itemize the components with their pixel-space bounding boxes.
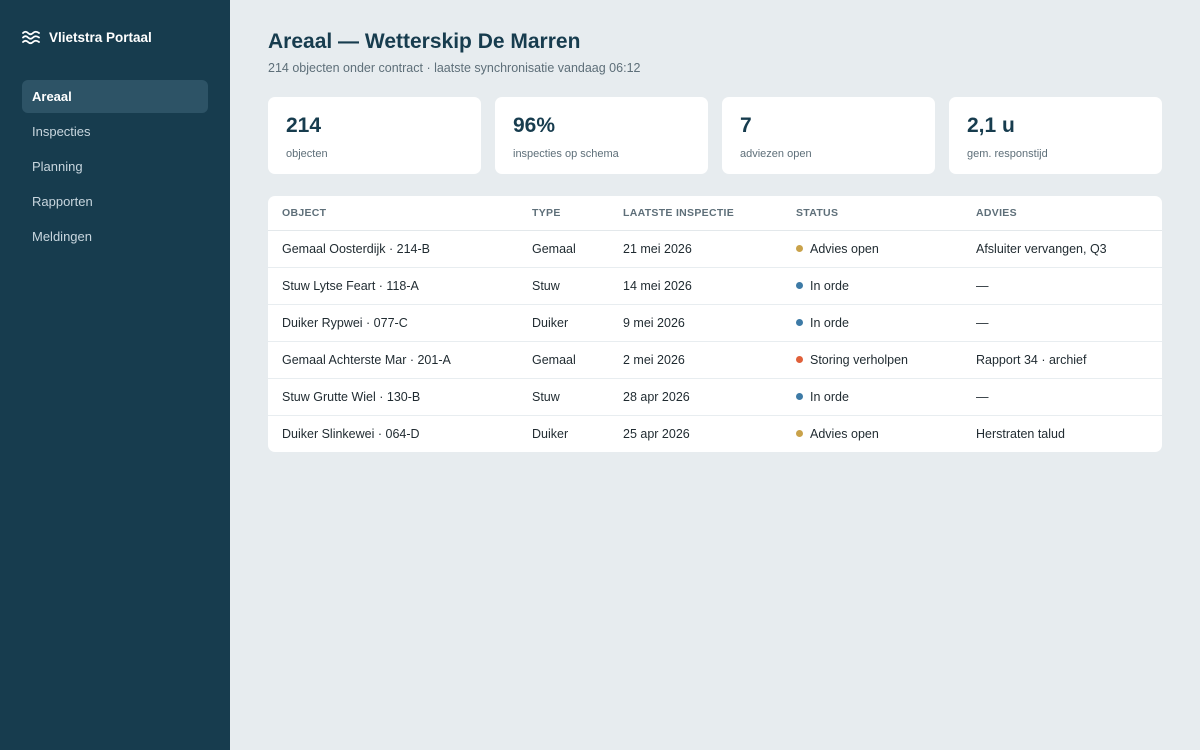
column-header-type[interactable]: TYPE	[518, 196, 609, 231]
objects-table-card: OBJECT TYPE LAATSTE INSPECTIE STATUS ADV…	[268, 196, 1162, 452]
cell-last-inspection: 21 mei 2026	[609, 230, 782, 268]
cell-status: In orde	[782, 304, 962, 342]
table-row[interactable]: Stuw Lytse Feart · 118-A Stuw 14 mei 2026 I…	[268, 267, 1162, 305]
cell-last-inspection: 2 mei 2026	[609, 341, 782, 379]
cell-status: Storing verholpen	[782, 341, 962, 379]
table-row[interactable]: Gemaal Oosterdijk · 214-B Gemaal 21 mei 20…	[268, 230, 1162, 268]
cell-object: Duiker Rypwei · 077-C	[268, 304, 518, 342]
status-label: In orde	[810, 389, 849, 404]
stat-value: 96%	[513, 114, 556, 137]
table-header-row: OBJECT TYPE LAATSTE INSPECTIE STATUS ADV…	[268, 196, 1162, 231]
stat-label: adviezen open	[740, 148, 812, 160]
sidebar-item-planning[interactable]: Planning	[22, 150, 208, 183]
stats-row: 214 objecten 96% inspecties op schema 7 …	[268, 97, 1162, 174]
sidebar-item-meldingen[interactable]: Meldingen	[22, 220, 208, 253]
cell-object: Stuw Lytse Feart · 118-A	[268, 267, 518, 305]
status-label: In orde	[810, 278, 849, 293]
status-dot	[796, 356, 803, 363]
column-header-status[interactable]: STATUS	[782, 196, 962, 231]
cell-type: Stuw	[518, 267, 609, 305]
stat-card-adviezen: 7 adviezen open	[722, 97, 935, 174]
column-header-last-inspection[interactable]: LAATSTE INSPECTIE	[609, 196, 782, 231]
sidebar-item-areaal[interactable]: Areaal	[22, 80, 208, 113]
status-label: In orde	[810, 315, 849, 330]
stat-value: 214	[286, 114, 322, 137]
sidebar-item-inspecties[interactable]: Inspecties	[22, 115, 208, 148]
table-row[interactable]: Stuw Grutte Wiel · 130-B Stuw 28 apr 2026 I…	[268, 378, 1162, 416]
cell-type: Duiker	[532, 426, 569, 441]
sidebar-item-label: Areaal	[32, 89, 72, 104]
table-row[interactable]: Gemaal Achterste Mar · 201-A Gemaal 2 mei …	[268, 341, 1162, 379]
cell-last-inspection: 28 apr 2026	[609, 378, 782, 416]
column-header-object[interactable]: OBJECT	[268, 196, 518, 231]
cell-type: Gemaal	[518, 230, 609, 268]
status-dot	[796, 245, 803, 252]
cell-last-inspection: 9 mei 2026	[609, 304, 782, 342]
cell-advice: Afsluiter vervangen, Q3	[962, 230, 1162, 268]
column-header-advice[interactable]: ADVIES	[962, 196, 1162, 231]
status-dot	[796, 430, 803, 438]
sidebar-nav: Areaal Inspecties Planning Rapporten Mel…	[22, 80, 208, 255]
table-row[interactable]: Duiker Slinkewei · 064-D Duiker 25 apr 202…	[268, 415, 1162, 452]
page-subtitle: 214 objecten onder contract · laatste sy…	[268, 61, 641, 75]
status-dot	[796, 319, 803, 326]
cell-advice: —	[962, 267, 1162, 305]
waves-icon	[22, 29, 40, 45]
stat-value: 2,1 u	[967, 114, 1015, 137]
stat-card-inspecties: 96% inspecties op schema	[495, 97, 708, 174]
stat-label: objecten	[286, 148, 328, 160]
cell-type: Gemaal	[518, 341, 609, 379]
sidebar-item-label: Planning	[32, 159, 83, 174]
table-row[interactable]: Duiker Rypwei · 077-C Duiker 9 mei 2026 In …	[268, 304, 1162, 342]
cell-object: Gemaal Oosterdijk · 214-B	[268, 230, 518, 268]
cell-status: In orde	[782, 267, 962, 305]
stat-label: gem. responstijd	[967, 148, 1048, 160]
stat-card-responstijd: 2,1 u gem. responstijd	[949, 97, 1162, 174]
cell-advice: —	[962, 304, 1162, 342]
cell-last-inspection: 25 apr 2026	[623, 426, 690, 441]
status-label: Storing verholpen	[810, 352, 908, 367]
stat-value: 7	[740, 114, 752, 137]
cell-type: Duiker	[518, 304, 609, 342]
cell-status: In orde	[782, 378, 962, 416]
cell-status: Advies open	[782, 230, 962, 268]
cell-advice: Herstraten talud	[976, 426, 1065, 441]
sidebar-item-label: Inspecties	[32, 124, 91, 139]
cell-object: Duiker Slinkewei · 064-D	[282, 426, 420, 441]
sidebar-item-label: Meldingen	[32, 229, 92, 244]
cell-advice: Rapport 34 · archief	[962, 341, 1162, 379]
status-label: Advies open	[810, 426, 879, 441]
cell-type: Stuw	[518, 378, 609, 416]
cell-last-inspection: 14 mei 2026	[609, 267, 782, 305]
sidebar: Vlietstra Portaal Areaal Inspecties Plan…	[0, 0, 230, 750]
cell-object: Gemaal Achterste Mar · 201-A	[268, 341, 518, 379]
sidebar-item-rapporten[interactable]: Rapporten	[22, 185, 208, 218]
page-title: Areaal — Wetterskip De Marren	[268, 30, 581, 53]
stat-label: inspecties op schema	[513, 148, 619, 160]
stat-card-objecten: 214 objecten	[268, 97, 481, 174]
status-dot	[796, 282, 803, 289]
status-label: Advies open	[810, 241, 879, 256]
cell-advice: —	[962, 378, 1162, 416]
sidebar-item-label: Rapporten	[32, 194, 93, 209]
status-dot	[796, 393, 803, 400]
app-name: Vlietstra Portaal	[49, 29, 152, 45]
cell-status: Advies open	[782, 415, 962, 452]
brand[interactable]: Vlietstra Portaal	[22, 27, 152, 47]
cell-object: Stuw Grutte Wiel · 130-B	[268, 378, 518, 416]
objects-table: OBJECT TYPE LAATSTE INSPECTIE STATUS ADV…	[268, 196, 1162, 452]
